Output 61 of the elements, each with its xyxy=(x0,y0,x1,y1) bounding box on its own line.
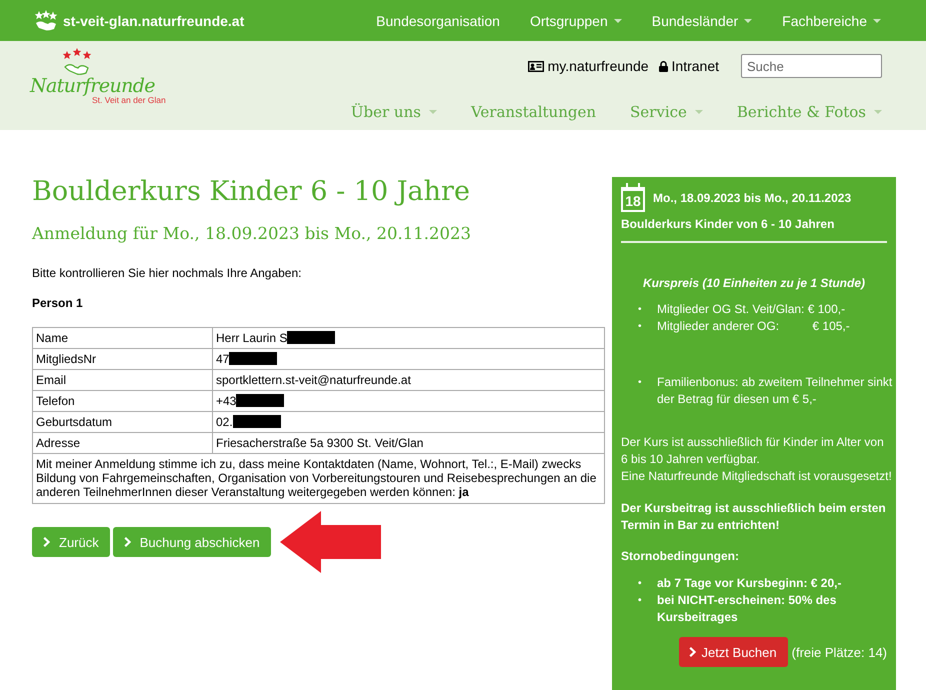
field-value: +43 xyxy=(216,394,236,408)
field-value: sportklettern.st-veit@naturfreunde.at xyxy=(216,373,411,387)
bullet-marker: • xyxy=(638,577,643,591)
book-button[interactable]: Jetzt Buchen xyxy=(679,637,788,667)
chevron-icon xyxy=(43,537,50,547)
field-label: Adresse xyxy=(36,436,80,450)
nav-link[interactable]: Bundesländer xyxy=(636,12,768,28)
note-text: Eine Naturfreunde Mitgliedschaft ist vorausgesetzt! xyxy=(621,468,893,485)
note-text: Der Kurs ist ausschließlich für Kinder im Alter von 6 bis 10 Jahren verfügbar. xyxy=(621,434,885,468)
id-card-icon xyxy=(528,60,544,72)
payment-note: Der Kursbeitrag ist ausschließlich beim ersten Termin in Bar zu entrichten! xyxy=(621,500,887,534)
cancellation-item: ab 7 Tage vor Kursbeginn: € 20,- xyxy=(657,575,842,592)
field-value: 47 xyxy=(216,352,230,366)
logo-wordmark: Naturfreunde xyxy=(30,74,155,97)
intro-text: Bitte kontrollieren Sie hier nochmals Ihre Angaben: xyxy=(32,266,302,280)
account-link[interactable]: my.naturfreunde xyxy=(528,58,649,74)
field-label: Geburtsdatum xyxy=(36,415,112,429)
page-subtitle: Anmeldung für Mo., 18.09.2023 bis Mo., 20.11.2023 xyxy=(32,223,472,245)
page-title: Boulderkurs Kinder 6 - 10 Jahre xyxy=(32,176,471,208)
form-button[interactable]: Buchung abschicken xyxy=(112,527,271,557)
bonus-item: Familienbonus: ab zweitem Teilnehmer sinkt der Betrag für diesen um € 5,- xyxy=(657,374,893,408)
price-item: Mitglieder OG St. Veit/Glan: € 100,- xyxy=(657,301,846,318)
stars-emblem-icon xyxy=(62,48,92,76)
nav-link[interactable]: Bundesorganisation xyxy=(361,12,515,28)
search-field[interactable]: Suche xyxy=(741,54,882,78)
chevron-icon xyxy=(689,647,696,657)
field-value: Herr Laurin S xyxy=(216,331,288,345)
nav-link[interactable]: Fachbereiche xyxy=(767,12,896,28)
price-heading: Kurspreis (10 Einheiten zu je 1 Stunde) xyxy=(642,276,866,290)
field-label: MitgliedsNr xyxy=(36,352,96,366)
nav-link[interactable]: Ortsgruppen xyxy=(514,12,637,28)
logo-subtitle: St. Veit an der Glan xyxy=(92,95,166,105)
chevron-icon xyxy=(124,537,131,547)
bullet-marker: • xyxy=(638,376,643,390)
menu-link[interactable]: Berichte & Fotos xyxy=(736,103,882,121)
cancellation-item: bei NICHT-erscheinen: 50% des Kursbeitrages xyxy=(657,592,838,626)
menu-link[interactable]: Veranstaltungen xyxy=(470,103,596,121)
field-label: Email xyxy=(36,373,66,387)
stars-emblem-icon xyxy=(34,10,58,32)
consent-text: Mit meiner Anmeldung stimme ich zu, dass meine Kontaktdaten (Name, Wohnort, Tel.:, E-Mail) zwecks Bildung von Fahrgemeinschaften, Organisation von Vorbereitungstouren und Reisebesprechungen an die anderen TeilnehmerInnen dieser Veranstaltung weitergegeben werden können: ja xyxy=(36,457,596,499)
lock-icon xyxy=(658,60,668,72)
intranet-link[interactable]: Intranet xyxy=(658,58,719,74)
logo[interactable]: Naturfreunde St. Veit an der Glan xyxy=(30,48,180,130)
bullet-marker: • xyxy=(638,303,643,317)
event-date: Mo., 18.09.2023 bis Mo., 20.11.2023 xyxy=(653,190,852,204)
price-item: Mitglieder anderer OG: € 105,- xyxy=(657,318,850,335)
course-name: Boulderkurs Kinder von 6 - 10 Jahren xyxy=(621,217,836,231)
field-label: Telefon xyxy=(36,394,75,408)
menu-link[interactable]: Service xyxy=(630,103,703,121)
field-label: Name xyxy=(36,331,68,345)
calendar-date: 18 xyxy=(621,183,645,212)
bullet-marker: • xyxy=(638,320,643,334)
menu-link[interactable]: Über uns xyxy=(350,103,437,121)
form-button[interactable]: Zurück xyxy=(32,527,110,557)
bullet-marker: • xyxy=(638,594,643,608)
free-places: (freie Plätze: 14) xyxy=(792,644,887,660)
person-heading: Person 1 xyxy=(32,296,84,310)
field-value: Friesacherstraße 5a 9300 St. Veit/Glan xyxy=(216,436,424,450)
site-link[interactable]: st-veit-glan.naturfreunde.at xyxy=(34,10,244,32)
field-value: 02. xyxy=(216,415,233,429)
cancellation-heading: Stornobedingungen: xyxy=(621,549,740,563)
